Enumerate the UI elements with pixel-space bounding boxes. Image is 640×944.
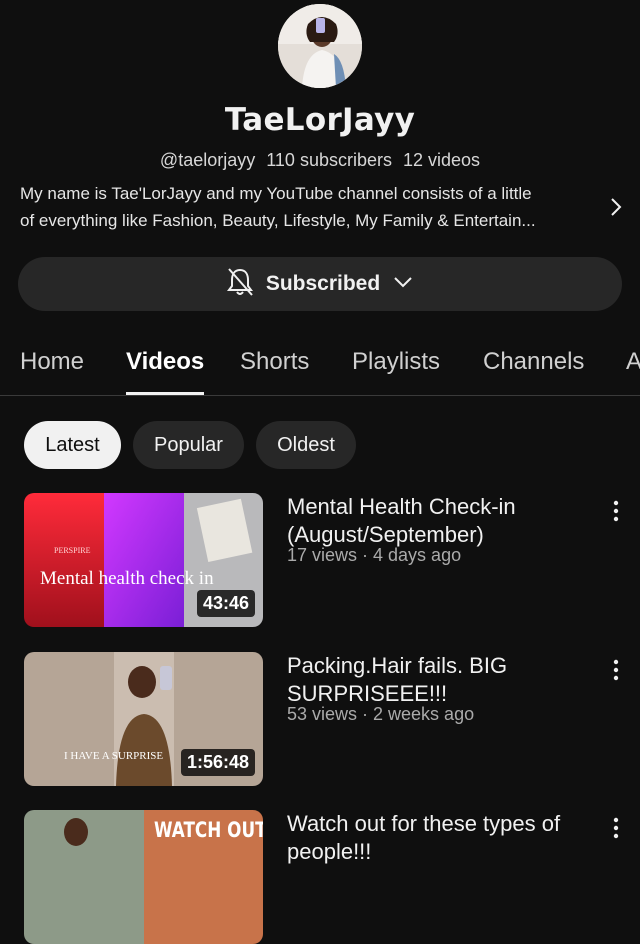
bell-off-icon [226,267,254,302]
tab-playlists[interactable]: Playlists [352,348,440,376]
video-title[interactable]: Packing.Hair fails. BIG SURPRISEEE!!! [287,652,597,708]
description-line-1: My name is Tae'LorJayy and my YouTube ch… [20,184,532,203]
filter-oldest[interactable]: Oldest [256,421,356,469]
video-duration: 43:46 [196,590,255,617]
subscribed-label: Subscribed [265,272,381,295]
video-thumbnail[interactable]: WATCH OUT [24,810,263,944]
tabs-divider [0,395,640,396]
channel-meta: @taelorjayy 110 subscribers 12 videos [0,150,640,171]
chevron-right-icon[interactable] [606,194,626,220]
tab-about-partial[interactable]: A [626,348,640,376]
more-options-icon[interactable] [606,499,626,523]
video-title[interactable]: Mental Health Check-in (August/September… [287,493,597,549]
more-options-icon[interactable] [606,816,626,840]
channel-name: TaeLorJayy [224,102,416,138]
description-line-2: of everything like Fashion, Beauty, Life… [20,211,536,230]
video-meta: 53 views · 2 weeks ago [287,704,475,724]
tab-videos[interactable]: Videos [126,348,204,376]
channel-avatar[interactable] [278,4,362,88]
chevron-down-icon [392,275,414,294]
video-thumbnail[interactable]: PERSPIRE Mental health check in 43:46 [24,493,263,627]
channel-handle: @taelorjayy [159,150,256,170]
video-duration: 1:56:48 [180,749,255,776]
channel-tabs: Home Videos Shorts Playlists Channels A [0,340,640,396]
tab-home[interactable]: Home [20,348,84,376]
video-count: 12 videos [403,150,481,170]
filter-latest[interactable]: Latest [24,421,121,469]
thumb-sign-text: PERSPIRE [54,546,91,555]
channel-description[interactable]: My name is Tae'LorJayy and my YouTube ch… [20,180,600,234]
video-meta: 17 views · 4 days ago [287,545,462,565]
thumbnail-caption: Mental health check in [40,568,214,589]
video-title[interactable]: Watch out for these types of people!!! [287,810,597,866]
more-options-icon[interactable] [606,658,626,682]
tab-channels[interactable]: Channels [483,348,584,376]
filter-popular[interactable]: Popular [133,421,244,469]
tab-shorts[interactable]: Shorts [240,348,309,376]
video-thumbnail[interactable]: I HAVE A SURPRISE 1:56:48 [24,652,263,786]
thumbnail-caption: WATCH OUT [154,818,263,842]
subscriber-count: 110 subscribers [266,150,392,170]
thumbnail-caption: I HAVE A SURPRISE [64,750,164,762]
subscribed-button[interactable]: Subscribed [18,257,622,311]
